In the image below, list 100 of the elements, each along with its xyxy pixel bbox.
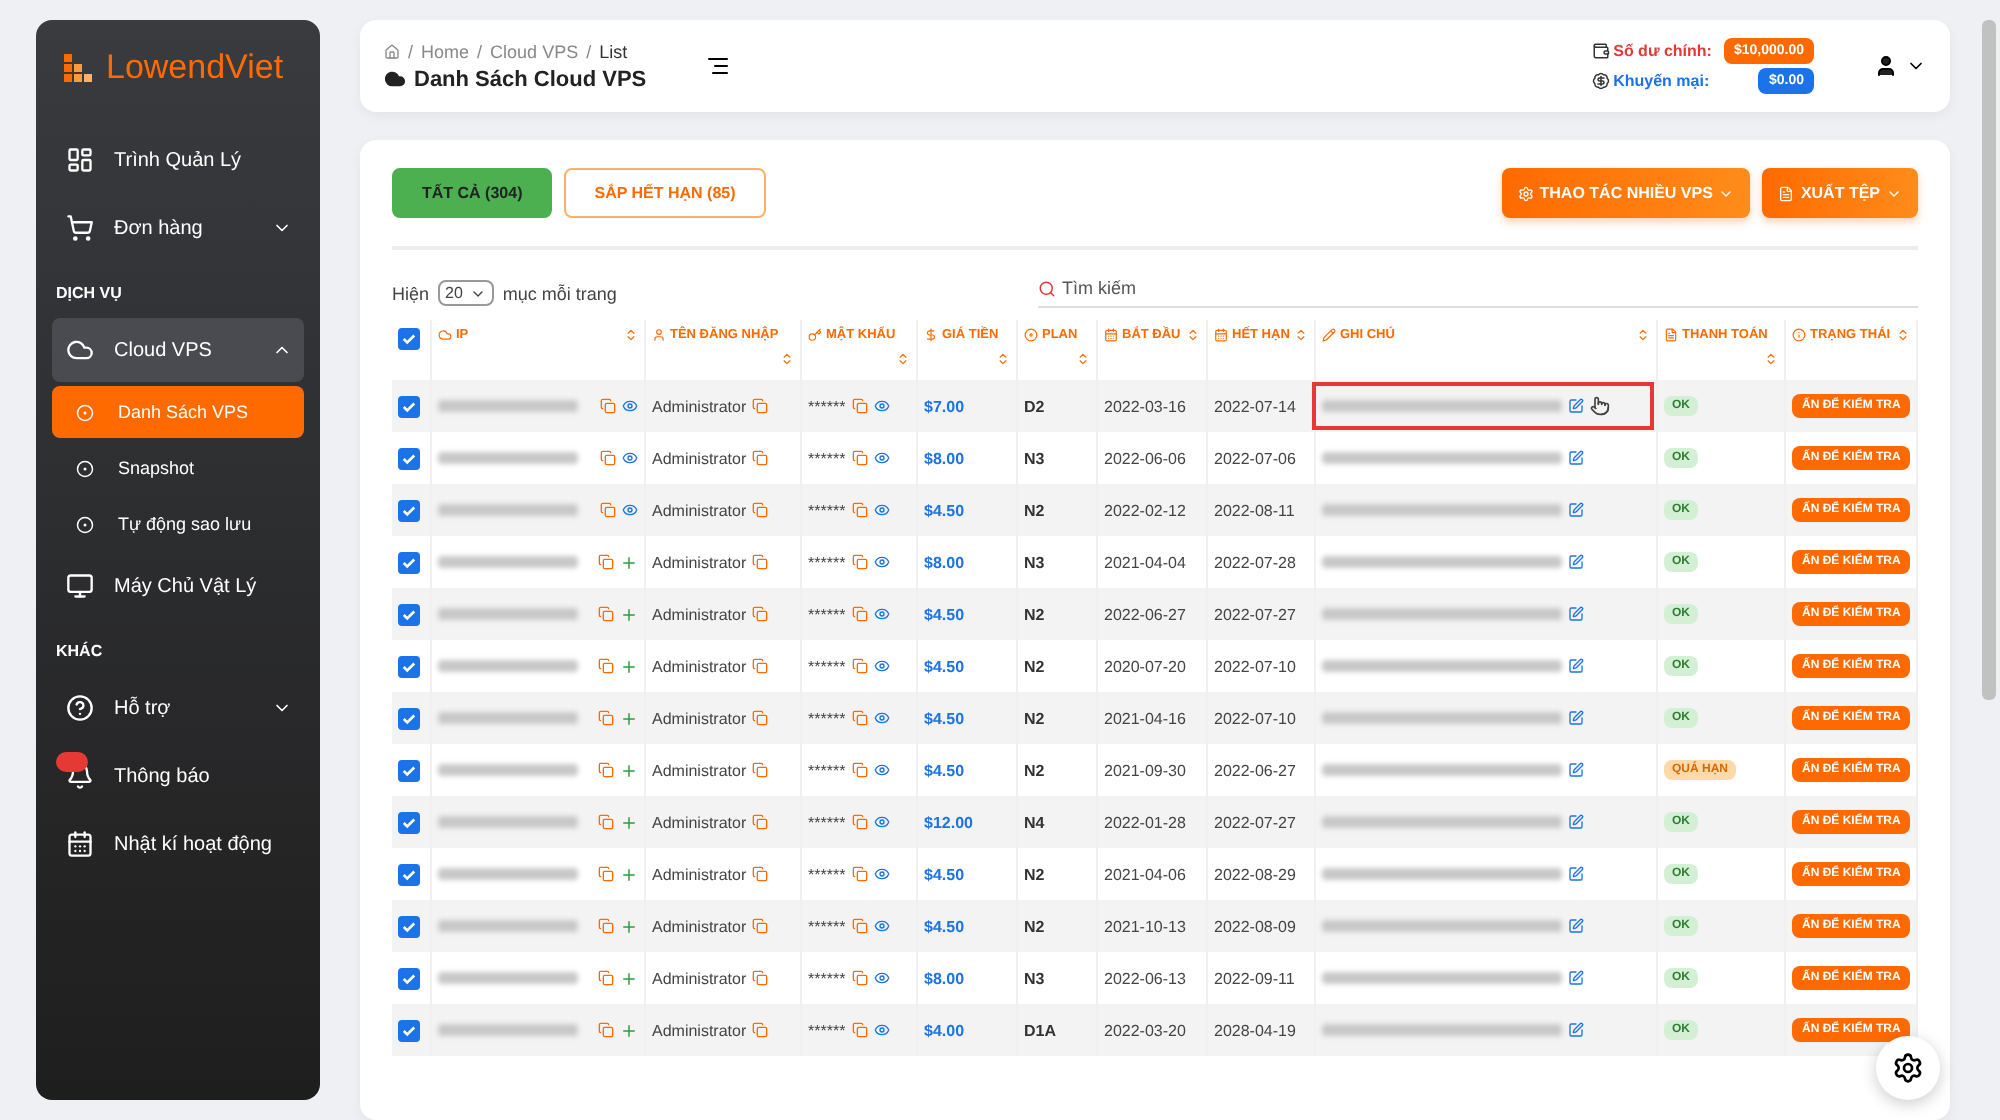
copy-icon[interactable] xyxy=(752,450,769,466)
sort-icon[interactable] xyxy=(1636,328,1650,342)
plus-icon[interactable] xyxy=(620,657,638,675)
sort-icon[interactable] xyxy=(780,352,794,366)
dropdown-button[interactable]: XUẤT TỆP xyxy=(1762,168,1918,218)
checkbox[interactable] xyxy=(398,863,420,885)
copy-icon[interactable] xyxy=(752,866,769,882)
checkbox[interactable] xyxy=(398,447,420,469)
copy-icon[interactable] xyxy=(752,554,769,570)
checkbox[interactable] xyxy=(398,395,420,417)
eye-icon[interactable] xyxy=(873,762,890,778)
eye-icon[interactable] xyxy=(622,398,638,414)
copy-icon[interactable] xyxy=(851,918,868,934)
plus-icon[interactable] xyxy=(620,709,638,727)
checkbox[interactable] xyxy=(398,1019,420,1041)
checkbox[interactable] xyxy=(398,967,420,989)
copy-icon[interactable] xyxy=(752,762,769,778)
sidebar-item[interactable]: Thông báo xyxy=(52,744,304,808)
edit-icon[interactable] xyxy=(1568,658,1584,674)
edit-icon[interactable] xyxy=(1568,450,1584,466)
copy-icon[interactable] xyxy=(752,502,769,518)
sort-icon[interactable] xyxy=(624,328,638,342)
sidebar-subitem[interactable]: Tự động sao lưu xyxy=(52,498,304,550)
edit-icon[interactable] xyxy=(1568,1022,1584,1038)
sort-icon[interactable] xyxy=(996,352,1010,366)
plus-icon[interactable] xyxy=(620,917,638,935)
checkbox[interactable] xyxy=(398,915,420,937)
plus-icon[interactable] xyxy=(620,605,638,623)
copy-icon[interactable] xyxy=(851,502,868,518)
copy-icon[interactable] xyxy=(752,918,769,934)
sort-icon[interactable] xyxy=(896,352,910,366)
eye-icon[interactable] xyxy=(873,554,890,570)
sort-icon[interactable] xyxy=(1764,352,1778,366)
copy-icon[interactable] xyxy=(752,710,769,726)
eye-icon[interactable] xyxy=(873,502,890,518)
copy-icon[interactable] xyxy=(598,554,614,570)
edit-icon[interactable] xyxy=(1568,866,1584,882)
eye-icon[interactable] xyxy=(873,658,890,674)
edit-icon[interactable] xyxy=(1568,502,1584,518)
eye-icon[interactable] xyxy=(873,710,890,726)
checkbox[interactable] xyxy=(398,328,420,350)
plus-icon[interactable] xyxy=(620,1021,638,1039)
copy-icon[interactable] xyxy=(600,502,616,518)
search-field[interactable]: Tìm kiếm xyxy=(1038,278,1918,308)
copy-icon[interactable] xyxy=(851,762,868,778)
sidebar-subitem[interactable]: Danh Sách VPS xyxy=(52,386,304,438)
sidebar-item[interactable]: Nhật kí hoạt động xyxy=(52,812,304,876)
copy-icon[interactable] xyxy=(598,814,614,830)
copy-icon[interactable] xyxy=(598,710,614,726)
copy-icon[interactable] xyxy=(851,398,868,414)
copy-icon[interactable] xyxy=(752,970,769,986)
plus-icon[interactable] xyxy=(620,865,638,883)
plus-icon[interactable] xyxy=(620,813,638,831)
edit-icon[interactable] xyxy=(1568,918,1584,934)
copy-icon[interactable] xyxy=(851,710,868,726)
edit-icon[interactable] xyxy=(1568,606,1584,622)
eye-icon[interactable] xyxy=(873,398,890,414)
eye-icon[interactable] xyxy=(873,1022,890,1038)
sort-icon[interactable] xyxy=(1294,328,1308,342)
edit-icon[interactable] xyxy=(1568,398,1584,414)
dropdown-button[interactable]: THAO TÁC NHIỀU VPS xyxy=(1501,168,1751,218)
eye-icon[interactable] xyxy=(873,450,890,466)
copy-icon[interactable] xyxy=(851,450,868,466)
user-icon[interactable] xyxy=(1874,54,1898,78)
page-size-select[interactable]: 20 xyxy=(437,280,495,306)
filter-tab[interactable]: TẤT CẢ (304) xyxy=(392,168,553,218)
sidebar-subitem[interactable]: Snapshot xyxy=(52,442,304,494)
plus-icon[interactable] xyxy=(620,761,638,779)
plus-icon[interactable] xyxy=(620,553,638,571)
copy-icon[interactable] xyxy=(752,658,769,674)
eye-icon[interactable] xyxy=(873,814,890,830)
copy-icon[interactable] xyxy=(851,970,868,986)
breadcrumb-link[interactable]: List xyxy=(599,41,628,61)
edit-icon[interactable] xyxy=(1568,970,1584,986)
copy-icon[interactable] xyxy=(752,606,769,622)
filter-tab[interactable]: SẮP HẾT HẠN (85) xyxy=(564,168,766,218)
edit-icon[interactable] xyxy=(1568,814,1584,830)
eye-icon[interactable] xyxy=(622,502,638,518)
sort-icon[interactable] xyxy=(1186,328,1200,342)
eye-icon[interactable] xyxy=(873,970,890,986)
sidebar-item[interactable]: Cloud VPS xyxy=(52,318,304,382)
checkbox[interactable] xyxy=(398,707,420,729)
copy-icon[interactable] xyxy=(598,866,614,882)
breadcrumb-link[interactable]: Home xyxy=(421,41,470,61)
breadcrumb-link[interactable]: Cloud VPS xyxy=(490,41,579,61)
copy-icon[interactable] xyxy=(598,1022,614,1038)
checkbox[interactable] xyxy=(398,759,420,781)
copy-icon[interactable] xyxy=(598,606,614,622)
copy-icon[interactable] xyxy=(598,658,614,674)
checkbox[interactable] xyxy=(398,655,420,677)
eye-icon[interactable] xyxy=(873,918,890,934)
checkbox[interactable] xyxy=(398,811,420,833)
edit-icon[interactable] xyxy=(1568,762,1584,778)
copy-icon[interactable] xyxy=(851,1022,868,1038)
sidebar-item[interactable]: Máy Chủ Vật Lý xyxy=(52,554,304,618)
copy-icon[interactable] xyxy=(752,398,769,414)
edit-icon[interactable] xyxy=(1568,554,1584,570)
eye-icon[interactable] xyxy=(873,606,890,622)
checkbox[interactable] xyxy=(398,499,420,521)
copy-icon[interactable] xyxy=(851,606,868,622)
